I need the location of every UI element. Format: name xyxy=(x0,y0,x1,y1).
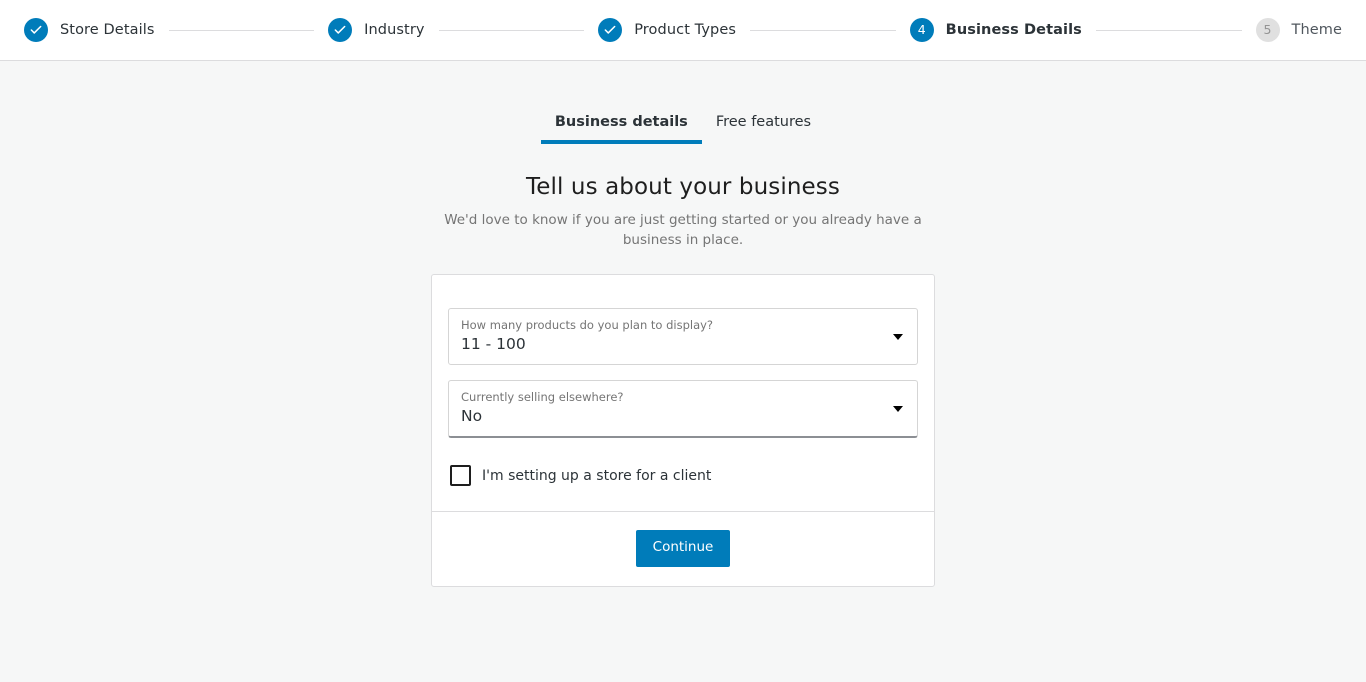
stepper-connector xyxy=(438,29,585,31)
onboarding-stepper-bar: Store Details Industry Product Types 4 B… xyxy=(0,0,1366,61)
chevron-down-icon xyxy=(893,405,903,412)
stepper: Store Details Industry Product Types 4 B… xyxy=(24,18,1342,42)
chevron-down-icon xyxy=(893,333,903,340)
stepper-step-industry[interactable]: Industry xyxy=(328,18,424,42)
page-title: Tell us about your business xyxy=(526,174,840,200)
stepper-step-theme[interactable]: 5 Theme xyxy=(1255,18,1343,42)
setup-for-client-checkbox-label: I'm setting up a store for a client xyxy=(482,467,712,484)
selling-elsewhere-select-label: Currently selling elsewhere? xyxy=(461,390,624,404)
check-icon xyxy=(328,18,353,42)
stepper-connector xyxy=(168,29,315,31)
stepper-step-store-details[interactable]: Store Details xyxy=(24,18,155,42)
main-content: Business details Free features Tell us a… xyxy=(0,61,1366,682)
check-icon xyxy=(598,18,623,42)
card-body: How many products do you plan to display… xyxy=(432,275,934,511)
selling-elsewhere-select-value: No xyxy=(461,407,483,425)
step-number-badge: 5 xyxy=(1255,18,1280,42)
setup-for-client-checkbox-row[interactable]: I'm setting up a store for a client xyxy=(448,465,918,486)
stepper-step-label: Theme xyxy=(1291,22,1343,38)
tab-business-details[interactable]: Business details xyxy=(540,108,702,144)
product-count-select-label: How many products do you plan to display… xyxy=(461,318,714,332)
tab-free-features[interactable]: Free features xyxy=(702,108,825,144)
stepper-step-business-details[interactable]: 4 Business Details xyxy=(909,18,1082,42)
selling-elsewhere-select[interactable]: Currently selling elsewhere? No xyxy=(448,380,918,438)
tab-bar: Business details Free features xyxy=(540,108,825,144)
product-count-select[interactable]: How many products do you plan to display… xyxy=(448,308,918,365)
stepper-connector xyxy=(750,29,896,31)
setup-for-client-checkbox[interactable] xyxy=(450,465,471,486)
stepper-step-label: Industry xyxy=(364,22,425,38)
stepper-step-label: Product Types xyxy=(634,22,737,38)
business-details-card: How many products do you plan to display… xyxy=(431,274,935,587)
product-count-select-value: 11 - 100 xyxy=(461,335,526,353)
step-number-badge: 4 xyxy=(909,18,934,42)
page-subtitle: We'd love to know if you are just gettin… xyxy=(444,212,922,248)
check-icon xyxy=(24,18,48,42)
stepper-step-label: Store Details xyxy=(60,22,155,38)
stepper-step-label: Business Details xyxy=(945,22,1082,38)
continue-button[interactable]: Continue xyxy=(635,530,731,567)
card-footer: Continue xyxy=(432,511,934,586)
stepper-step-product-types[interactable]: Product Types xyxy=(598,18,736,42)
stepper-connector xyxy=(1095,29,1242,31)
